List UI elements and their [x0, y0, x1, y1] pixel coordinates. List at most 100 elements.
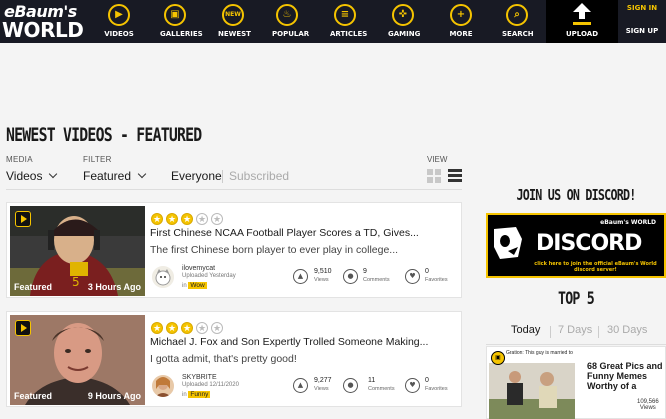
category-line: in Funny	[182, 391, 211, 398]
new-icon: NEW	[222, 4, 244, 26]
nav-label: GALLERIES	[160, 30, 203, 38]
featured-badge: Featured	[14, 282, 53, 292]
category-tag[interactable]: Wow	[188, 282, 207, 289]
plus-icon: +	[450, 4, 472, 26]
views-count: 9,277	[314, 377, 332, 384]
favorite-icon[interactable]: ♥	[405, 378, 420, 393]
star-icon[interactable]: ★	[196, 213, 208, 225]
avatar[interactable]	[152, 266, 174, 288]
star-rating[interactable]: ★ ★ ★ ★ ★	[151, 318, 226, 334]
sign-in-link[interactable]: SIGN IN	[618, 0, 666, 21]
video-card[interactable]: Featured 9 Hours Ago ★ ★ ★ ★ ★ Michael J. Fo…	[6, 311, 462, 407]
views-icon: ▲	[293, 269, 308, 284]
nav-videos[interactable]: ▶ VIDEOS	[104, 0, 134, 43]
media-value: Videos	[6, 169, 43, 183]
chevron-down-icon	[49, 169, 58, 179]
views-count: 9,510	[314, 268, 332, 275]
tab-7-days[interactable]: 7 Days	[558, 324, 592, 336]
sign-up-link[interactable]: SIGN UP	[618, 21, 666, 43]
top5-item-title[interactable]: 68 Great Pics and Funny Memes Worthy of …	[587, 361, 665, 391]
video-description: The first Chinese born player to ever pl…	[150, 244, 399, 256]
comments-icon[interactable]: ●	[343, 378, 358, 393]
video-title[interactable]: Michael J. Fox and Son Expertly Trolled …	[150, 336, 428, 348]
discord-heading: JOIN US ON DISCORD!	[516, 186, 636, 204]
nav-label: NEWEST	[218, 30, 251, 38]
ebaumsworld-logo[interactable]: eBaum's WORLD	[2, 2, 86, 42]
comments-count: 11	[368, 377, 376, 384]
top5-thumbnail[interactable]: Gration: This guy is married to ▣	[489, 349, 575, 419]
nav-newest[interactable]: NEW NEWEST	[218, 0, 251, 43]
comments-label: Comments	[363, 277, 390, 283]
in-label: in	[182, 283, 187, 289]
filter-dropdown[interactable]: Featured	[83, 169, 147, 183]
username[interactable]: SKYBRITE	[182, 374, 217, 381]
favorite-icon[interactable]: ♥	[405, 269, 420, 284]
media-dropdown[interactable]: Videos	[6, 169, 58, 183]
category-tag[interactable]: Funny	[188, 391, 211, 398]
video-title[interactable]: First Chinese NCAA Football Player Score…	[150, 227, 419, 239]
subscribed-toggle[interactable]: Subscribed	[229, 169, 289, 183]
star-rating[interactable]: ★ ★ ★ ★ ★	[151, 209, 226, 225]
svg-text:5: 5	[72, 275, 80, 289]
star-icon[interactable]: ★	[211, 322, 223, 334]
video-thumbnail[interactable]: Featured 9 Hours Ago	[10, 315, 145, 405]
media-label: MEDIA	[6, 155, 33, 164]
favorites-count: 0	[425, 377, 429, 384]
article-icon: ≡	[334, 4, 356, 26]
star-icon[interactable]: ★	[151, 322, 163, 334]
gamepad-icon: ✜	[392, 4, 414, 26]
tab-today[interactable]: Today	[511, 324, 540, 336]
comments-count: 9	[363, 268, 367, 275]
list-view-icon[interactable]	[448, 169, 462, 183]
everyone-toggle[interactable]: Everyone	[171, 169, 222, 183]
star-icon[interactable]: ★	[196, 322, 208, 334]
video-card[interactable]: 5 Featured 3 Hours Ago ★ ★ ★ ★ ★ First Chine…	[6, 202, 462, 298]
top5-views-label: Views	[639, 405, 656, 411]
upload-button[interactable]: UPLOAD	[546, 0, 618, 43]
views-label: Views	[314, 386, 329, 392]
views-icon: ▲	[293, 378, 308, 393]
username[interactable]: ilovemycat	[182, 265, 215, 272]
star-icon[interactable]: ★	[181, 213, 193, 225]
play-icon: ▶	[108, 4, 130, 26]
divider	[486, 344, 666, 345]
play-icon	[15, 320, 31, 336]
in-label: in	[182, 392, 187, 398]
star-icon[interactable]: ★	[211, 213, 223, 225]
nav-more[interactable]: + MORE	[446, 0, 476, 43]
comments-icon[interactable]: ●	[343, 269, 358, 284]
top-nav: eBaum's WORLD ▶ VIDEOS ▣ GALLERIES NEW NEWEST…	[0, 0, 666, 43]
top5-views: 109,566 Views	[637, 399, 659, 411]
top5-tabs: Today 7 Days 30 Days	[486, 324, 666, 342]
tab-30-days[interactable]: 30 Days	[607, 324, 647, 336]
tab-divider	[550, 326, 551, 338]
upload-date: Uploaded 12/11/2020	[182, 382, 239, 388]
star-icon[interactable]: ★	[166, 213, 178, 225]
time-ago: 3 Hours Ago	[87, 282, 141, 292]
nav-gaming[interactable]: ✜ GAMING	[388, 0, 421, 43]
discord-banner[interactable]: eBaum's WORLD DISCORD click here to join…	[486, 213, 666, 278]
video-thumbnail[interactable]: 5 Featured 3 Hours Ago	[10, 206, 145, 296]
star-icon[interactable]: ★	[181, 322, 193, 334]
nav-articles[interactable]: ≡ ARTICLES	[330, 0, 368, 43]
logo-line2: WORLD	[2, 18, 84, 42]
nav-label: ARTICLES	[330, 30, 368, 38]
chevron-down-icon	[137, 169, 147, 179]
grid-view-icon[interactable]	[427, 169, 441, 183]
play-icon	[15, 211, 31, 227]
nav-galleries[interactable]: ▣ GALLERIES	[160, 0, 203, 43]
nav-search[interactable]: ⌕ SEARCH	[502, 0, 534, 43]
category-line: in Wow	[182, 282, 207, 289]
top5-item[interactable]: Gration: This guy is married to ▣ 68 Gre…	[486, 346, 666, 419]
star-icon[interactable]: ★	[151, 213, 163, 225]
avatar[interactable]	[152, 375, 174, 397]
view-label: VIEW	[427, 155, 448, 164]
discord-cta: click here to join the official eBaum's …	[534, 261, 657, 273]
page-title: NEWEST VIDEOS - FEATURED	[6, 124, 202, 146]
nav-label: MORE	[449, 30, 473, 38]
search-icon: ⌕	[506, 4, 528, 26]
nav-popular[interactable]: ♨ POPULAR	[272, 0, 309, 43]
nav-label: GAMING	[388, 30, 421, 38]
star-icon[interactable]: ★	[166, 322, 178, 334]
nav-label: SEARCH	[502, 30, 534, 38]
